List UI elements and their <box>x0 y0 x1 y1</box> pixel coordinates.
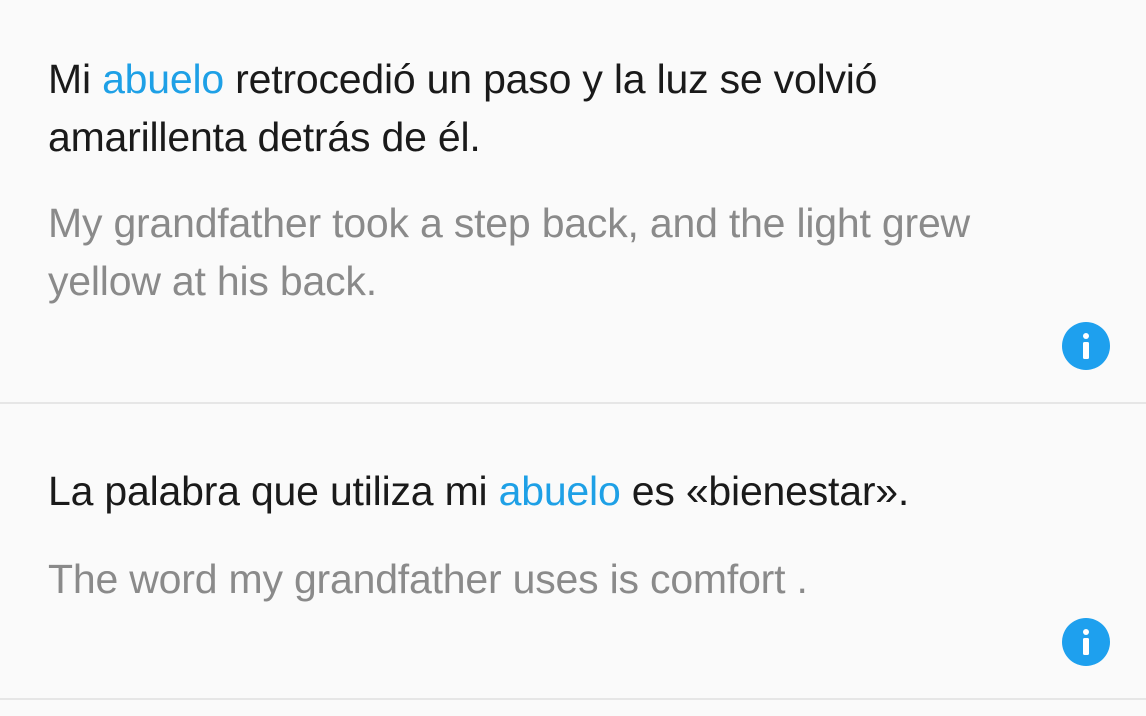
spanish-text-before: Mi <box>48 56 103 102</box>
next-card-edge <box>0 702 1146 716</box>
spanish-sentence: Mi abuelo retrocedió un paso y la luz se… <box>48 50 1056 166</box>
info-button[interactable] <box>1062 322 1110 370</box>
example-card: La palabra que utiliza mi abuelo es «bie… <box>0 406 1146 700</box>
info-button[interactable] <box>1062 618 1110 666</box>
info-icon <box>1083 629 1089 655</box>
spanish-sentence: La palabra que utiliza mi abuelo es «bie… <box>48 462 1056 520</box>
english-translation: The word my grandfather uses is comfort … <box>48 556 808 602</box>
highlighted-keyword[interactable]: abuelo <box>499 468 621 514</box>
info-icon <box>1083 333 1089 359</box>
example-card: Mi abuelo retrocedió un paso y la luz se… <box>0 0 1146 404</box>
highlighted-keyword[interactable]: abuelo <box>102 56 224 102</box>
example-sentence-list: Mi abuelo retrocedió un paso y la luz se… <box>0 0 1146 716</box>
spanish-text-after: es «bienestar». <box>620 468 910 514</box>
spanish-text-before: La palabra que utiliza mi <box>48 468 499 514</box>
english-translation: My grandfather took a step back, and the… <box>48 200 970 304</box>
